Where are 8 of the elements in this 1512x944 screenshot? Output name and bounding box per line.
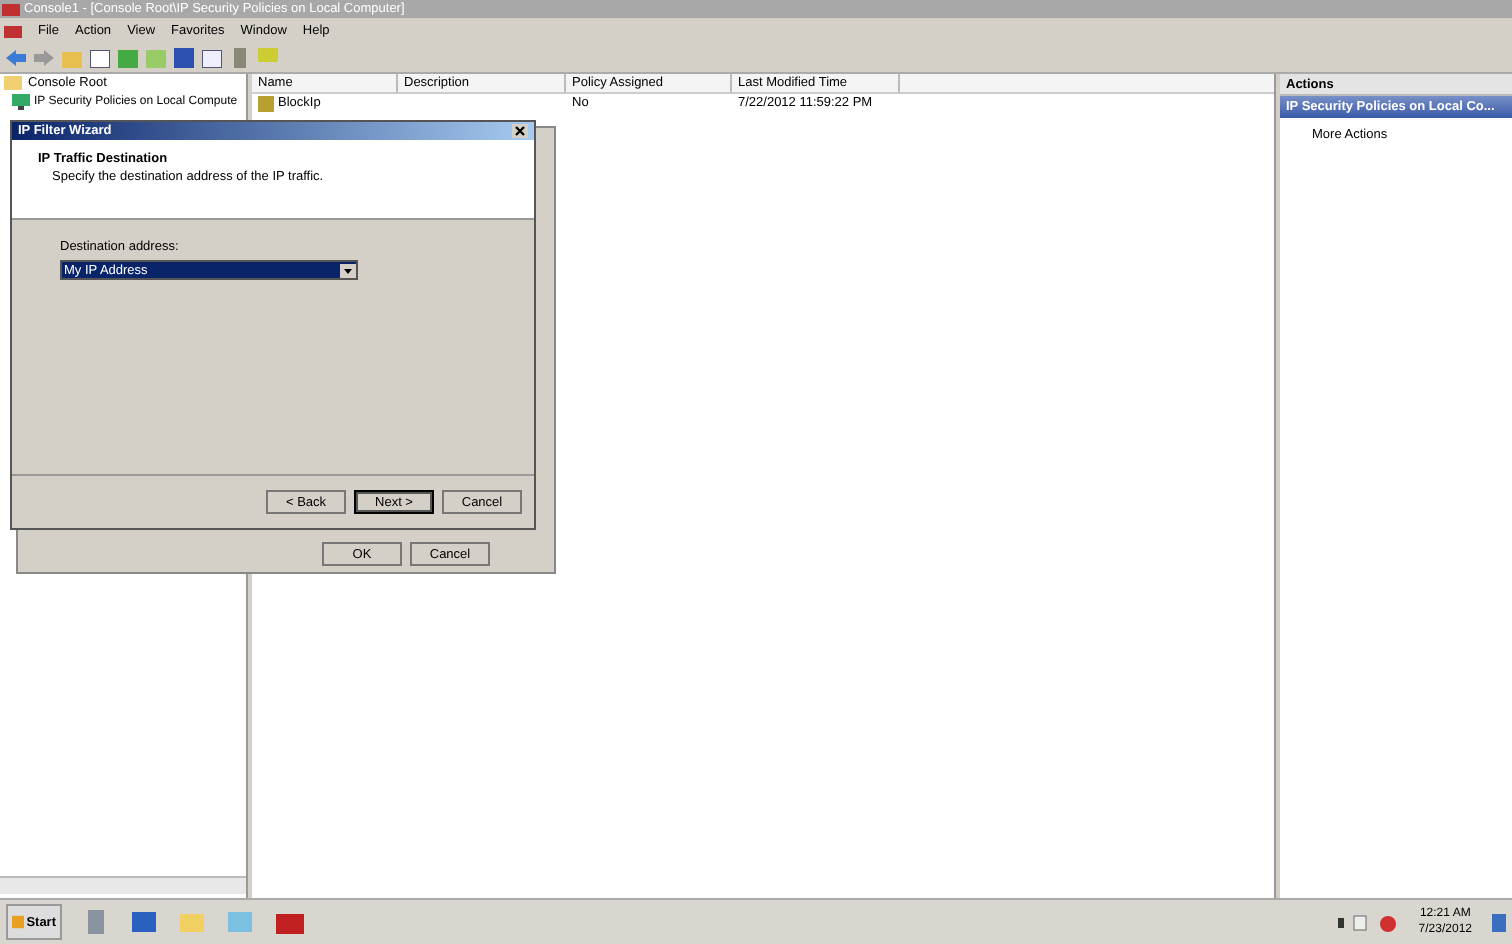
pane-icon[interactable] — [90, 49, 110, 67]
pane-icon[interactable] — [202, 49, 222, 67]
back-arrow-icon[interactable] — [6, 50, 26, 66]
forward-arrow-icon[interactable] — [34, 50, 54, 66]
horizontal-scrollbar[interactable] — [0, 876, 246, 894]
dropdown-arrow-icon — [340, 263, 356, 277]
close-icon[interactable] — [512, 124, 528, 138]
tray-icons-drawing — [1338, 913, 1399, 931]
